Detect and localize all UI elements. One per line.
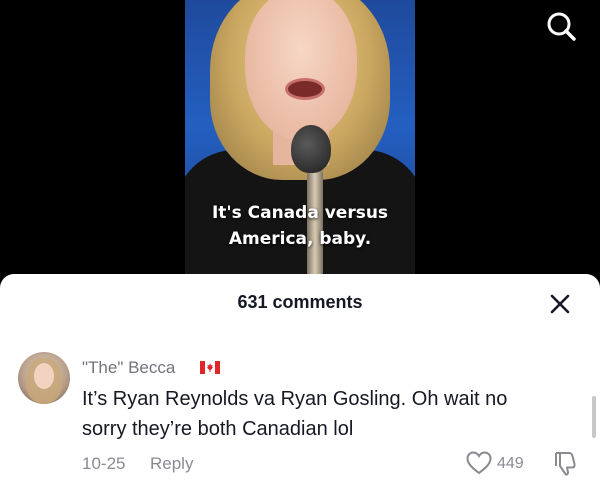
video-player[interactable]: It's Canada versus America, baby. xyxy=(0,0,600,280)
close-icon[interactable] xyxy=(546,290,574,318)
video-caption: It's Canada versus America, baby. xyxy=(185,200,415,252)
comment-date: 10-25 xyxy=(82,454,126,473)
canada-flag-icon xyxy=(200,361,220,374)
comment-username[interactable]: "The" Becca xyxy=(82,358,175,378)
like-count: 449 xyxy=(497,455,524,472)
scrollbar[interactable] xyxy=(592,396,596,438)
performer-face xyxy=(245,0,357,140)
comment-text-line-2: sorry they’re both Canadian lol xyxy=(82,418,354,440)
performer-mouth xyxy=(285,78,325,100)
comment-text-line-1: It’s Ryan Reynolds va Ryan Gosling. Oh w… xyxy=(82,388,508,410)
caption-line-1: It's Canada versus xyxy=(211,203,389,223)
heart-icon[interactable] xyxy=(465,450,493,476)
caption-line-2: America, baby. xyxy=(228,229,372,249)
comment-text: It’s Ryan Reynolds va Ryan Gosling. Oh w… xyxy=(82,384,582,444)
reply-button[interactable]: Reply xyxy=(150,454,193,474)
microphone xyxy=(291,125,331,173)
avatar[interactable] xyxy=(18,352,70,404)
search-icon[interactable] xyxy=(543,9,579,45)
thumbs-down-icon[interactable] xyxy=(552,449,578,477)
avatar-face xyxy=(34,363,54,389)
comments-sheet: 631 comments "The" Becca It’s Ryan Reyno… xyxy=(0,274,600,487)
comments-count-title: 631 comments xyxy=(237,292,363,312)
